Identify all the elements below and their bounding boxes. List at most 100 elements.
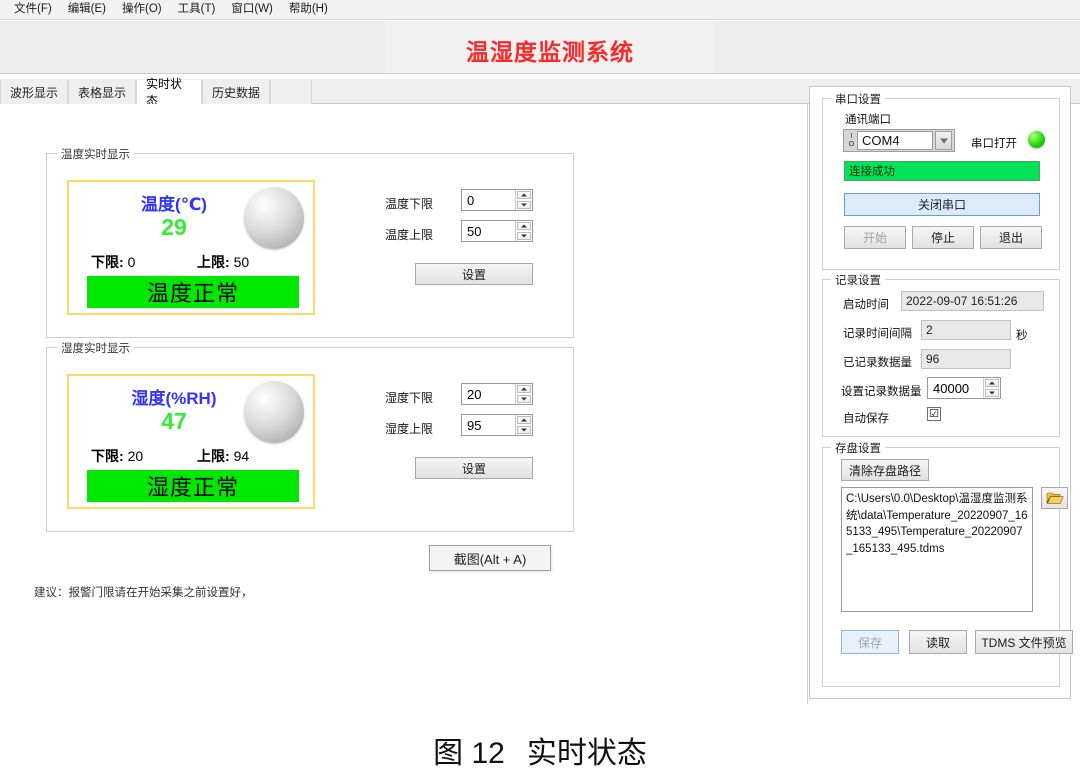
humidity-indicator-sphere <box>244 381 304 443</box>
temperature-upper-limit-arrows[interactable] <box>515 221 532 241</box>
set-count-value[interactable]: 40000 <box>928 378 983 398</box>
chevron-down-icon[interactable] <box>517 232 531 240</box>
chevron-down-icon[interactable] <box>985 389 999 397</box>
humidity-upper-readout: 上限: 94 <box>197 446 249 466</box>
page-title: 温湿度监测系统 <box>466 39 634 65</box>
tdms-preview-button[interactable]: TDMS 文件预览 <box>975 630 1073 654</box>
menu-item-help[interactable]: 帮助(H) <box>281 0 336 19</box>
chevron-up-icon[interactable] <box>517 385 531 393</box>
stop-button[interactable]: 停止 <box>912 226 974 249</box>
temperature-group: 温度实时显示 温度(℃) 29 下限: 0 上限: 50 温度正常 温度下限 0 <box>46 146 574 338</box>
temperature-lower-limit-label: 温度下限 <box>385 197 434 211</box>
humidity-status-badge: 湿度正常 <box>87 470 299 502</box>
humidity-lower-limit-label: 湿度下限 <box>385 391 434 405</box>
menu-bar: 文件(F) 编辑(E) 操作(O) 工具(T) 窗口(W) 帮助(H) <box>0 0 1080 20</box>
humidity-lower-value: 20 <box>127 448 144 464</box>
humidity-lower-limit-stepper[interactable]: 20 <box>461 383 533 405</box>
main-work-area: 温度实时显示 温度(℃) 29 下限: 0 上限: 50 温度正常 温度下限 0 <box>0 104 808 704</box>
menu-item-edit[interactable]: 编辑(E) <box>60 0 114 19</box>
application-window: 文件(F) 编辑(E) 操作(O) 工具(T) 窗口(W) 帮助(H) 温湿度监… <box>0 0 1080 784</box>
autosave-label: 自动保存 <box>843 413 889 425</box>
start-button[interactable]: 开始 <box>844 226 906 249</box>
record-settings-title: 记录设置 <box>831 272 885 288</box>
temperature-upper-caption: 上限: <box>197 254 230 270</box>
serial-port-value[interactable]: COM4 <box>857 131 933 150</box>
temperature-lower-limit-arrows[interactable] <box>515 190 532 210</box>
temperature-set-button[interactable]: 设置 <box>415 263 533 285</box>
humidity-upper-limit-label: 湿度上限 <box>385 422 434 436</box>
menu-item-tools[interactable]: 工具(T) <box>170 0 224 19</box>
temperature-lower-limit-stepper[interactable]: 0 <box>461 189 533 211</box>
serial-open-led <box>1028 131 1045 148</box>
folder-glyph <box>1046 492 1064 504</box>
temperature-indicator-sphere <box>244 187 304 249</box>
tab-realtime-status[interactable]: 实时状态 <box>136 77 202 108</box>
storage-settings-group: 存盘设置 清除存盘路径 C:\Users\0.0\Desktop\温湿度监测系统… <box>822 440 1073 687</box>
close-serial-button[interactable]: 关闭串口 <box>844 193 1040 216</box>
chevron-up-icon[interactable] <box>517 191 531 199</box>
set-count-stepper[interactable]: 40000 <box>927 377 1001 399</box>
set-count-arrows[interactable] <box>983 378 1000 398</box>
open-folder-icon[interactable] <box>1041 487 1068 509</box>
serial-port-label: 通讯端口 <box>845 114 891 126</box>
autosave-checkbox[interactable]: ☑ <box>927 407 941 421</box>
humidity-set-button[interactable]: 设置 <box>415 457 533 479</box>
menu-item-file[interactable]: 文件(F) <box>6 0 60 19</box>
temperature-upper-limit-stepper[interactable]: 50 <box>461 220 533 242</box>
serial-status-bar: 连接成功 <box>844 161 1040 181</box>
chevron-up-icon[interactable] <box>985 379 999 387</box>
start-time-value: 2022-09-07 16:51:26 <box>901 291 1044 311</box>
storage-settings-title: 存盘设置 <box>831 440 885 456</box>
temperature-lower-value: 0 <box>127 254 136 270</box>
humidity-upper-value: 94 <box>233 448 250 464</box>
temperature-lower-caption: 下限: <box>91 254 124 270</box>
temperature-upper-limit-value[interactable]: 50 <box>462 221 515 241</box>
chevron-down-icon[interactable] <box>517 201 531 209</box>
chevron-down-icon[interactable] <box>517 426 531 434</box>
record-settings-group: 记录设置 启动时间 2022-09-07 16:51:26 记录时间间隔 2 秒… <box>822 272 1060 437</box>
chevron-down-icon[interactable] <box>935 131 952 150</box>
serial-settings-title: 串口设置 <box>831 91 885 107</box>
interval-value: 2 <box>921 320 1011 340</box>
save-button[interactable]: 保存 <box>841 630 899 654</box>
temperature-upper-readout: 上限: 50 <box>197 252 249 272</box>
tab-spacer <box>270 80 312 104</box>
humidity-upper-limit-stepper[interactable]: 95 <box>461 414 533 436</box>
interval-unit-label: 秒 <box>1016 330 1028 342</box>
humidity-lower-limit-arrows[interactable] <box>515 384 532 404</box>
serial-settings-group: 串口设置 通讯端口 IO COM4 串口打开 连接成功 关闭串口 开始 停止 退… <box>822 91 1060 270</box>
temperature-readout-panel: 温度(℃) 29 下限: 0 上限: 50 温度正常 <box>67 180 315 315</box>
temperature-status-badge: 温度正常 <box>87 276 299 308</box>
set-count-label: 设置记录数据量 <box>841 386 922 398</box>
humidity-upper-limit-arrows[interactable] <box>515 415 532 435</box>
temperature-unit-label: 温度(℃) <box>141 195 207 214</box>
hint-text: 建议：报警门限请在开始采集之前设置好， <box>34 587 253 599</box>
humidity-group: 湿度实时显示 湿度(%RH) 47 下限: 20 上限: 94 湿度正常 湿度下… <box>46 340 574 532</box>
humidity-unit-label: 湿度(%RH) <box>131 389 217 408</box>
settings-side-panel: 串口设置 通讯端口 IO COM4 串口打开 连接成功 关闭串口 开始 停止 退… <box>809 86 1073 699</box>
serial-port-select[interactable]: IO COM4 <box>843 129 955 152</box>
menu-item-operate[interactable]: 操作(O) <box>114 0 170 19</box>
humidity-lower-limit-value[interactable]: 20 <box>462 384 515 404</box>
temperature-lower-limit-value[interactable]: 0 <box>462 190 515 210</box>
temperature-upper-value: 50 <box>233 254 250 270</box>
humidity-upper-caption: 上限: <box>197 448 230 464</box>
exit-button[interactable]: 退出 <box>980 226 1042 249</box>
humidity-upper-limit-value[interactable]: 95 <box>462 415 515 435</box>
clear-path-button[interactable]: 清除存盘路径 <box>841 459 929 481</box>
snapshot-button[interactable]: 截图(Alt + A) <box>429 545 551 571</box>
menu-item-window[interactable]: 窗口(W) <box>223 0 281 19</box>
tab-history[interactable]: 历史数据 <box>202 80 270 104</box>
chevron-up-icon[interactable] <box>517 416 531 424</box>
chevron-up-icon[interactable] <box>517 222 531 230</box>
io-ring-icon: IO <box>848 132 855 148</box>
tab-waveform[interactable]: 波形显示 <box>0 80 68 104</box>
read-button[interactable]: 读取 <box>909 630 967 654</box>
start-time-label: 启动时间 <box>843 299 889 311</box>
temperature-lower-readout: 下限: 0 <box>91 252 135 272</box>
humidity-group-title: 湿度实时显示 <box>57 340 134 356</box>
recorded-count-value: 96 <box>921 349 1011 369</box>
storage-path-display[interactable]: C:\Users\0.0\Desktop\温湿度监测系统\data\Temper… <box>841 487 1033 612</box>
tab-table[interactable]: 表格显示 <box>68 80 136 104</box>
chevron-down-icon[interactable] <box>517 395 531 403</box>
